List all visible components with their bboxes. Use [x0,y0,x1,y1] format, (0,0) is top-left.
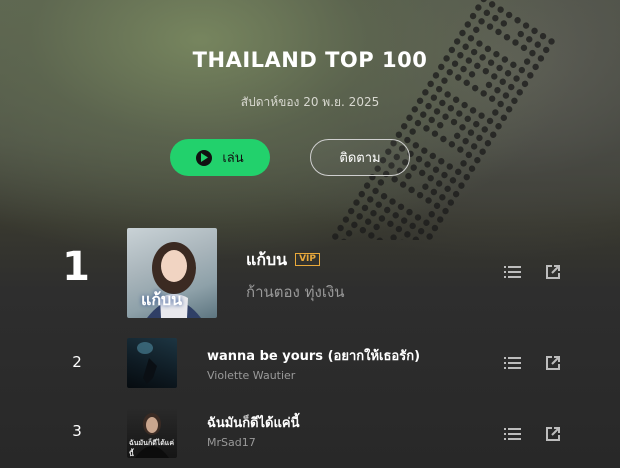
track-cover-title: ฉันมันก็ดีได้แค่นี้ [129,439,174,458]
vip-badge: VIP [295,253,321,266]
share-external-icon[interactable] [545,426,565,446]
track-cover[interactable] [127,338,177,388]
track-row[interactable]: 2 wanna be yours (อยากให้เธอรัก) Violett… [0,337,620,389]
play-icon [196,149,213,166]
track-cover[interactable]: แก้บน [127,228,217,318]
track-row[interactable]: 1 แก้บน แก้บน VIP ก้านตอง ทุ่งเงิน [0,226,620,318]
queue-list-icon[interactable] [504,264,524,284]
play-button-label: เล่น [222,151,244,166]
track-rank: 1 [62,244,90,290]
follow-button-label: ติดตาม [339,151,381,166]
queue-list-icon[interactable] [504,355,524,375]
track-title-row-1[interactable]: แก้บน VIP [246,248,321,273]
track-title: แก้บน [246,250,288,269]
play-button[interactable]: เล่น [170,139,270,176]
track-rank: 2 [72,353,82,371]
queue-list-icon[interactable] [504,426,524,446]
track-artist[interactable]: MrSad17 [207,436,256,449]
track-rank: 3 [72,422,82,440]
track-title[interactable]: ฉันมันก็ดีได้แค่นี้ [207,412,299,433]
page-subtitle: สัปดาห์ของ 20 พ.ย. 2025 [240,95,380,109]
track-row[interactable]: 3 ฉันมันก็ดีได้แค่นี้ ฉันมันก็ดีได้แค่นี… [0,406,620,460]
share-external-icon[interactable] [545,355,565,375]
track-artist[interactable]: ก้านตอง ทุ่งเงิน [246,280,345,304]
track-artist[interactable]: Violette Wautier [207,369,295,382]
follow-button[interactable]: ติดตาม [310,139,410,176]
page-title: THAILAND TOP 100 [192,48,428,72]
track-cover[interactable]: ฉันมันก็ดีได้แค่นี้ [127,408,177,458]
share-external-icon[interactable] [545,264,565,284]
track-title[interactable]: wanna be yours (อยากให้เธอรัก) [207,345,420,366]
track-cover-title: แก้บน [141,290,183,309]
